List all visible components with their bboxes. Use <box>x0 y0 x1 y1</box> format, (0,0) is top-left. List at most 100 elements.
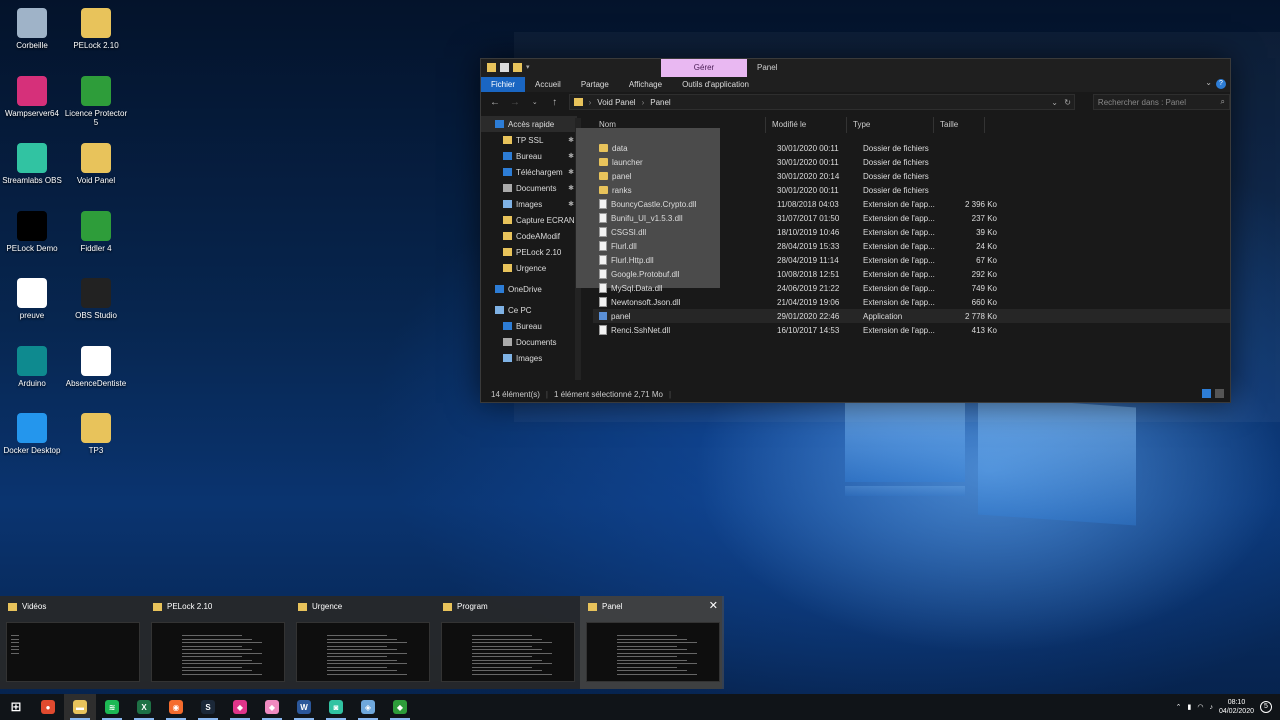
tab-accueil[interactable]: Accueil <box>525 77 571 92</box>
chrome-taskbar-button[interactable]: ● <box>32 694 64 720</box>
excel-taskbar-button[interactable]: X <box>128 694 160 720</box>
chevron-up-icon[interactable]: ⌃ <box>1176 703 1182 711</box>
notification-center-icon[interactable]: 5 <box>1260 701 1272 713</box>
nav-item[interactable]: Documents ✱ <box>481 180 577 196</box>
nav-item[interactable]: Urgence <box>481 260 577 276</box>
file-name: BouncyCastle.Crypto.dll <box>611 199 697 209</box>
file-row[interactable]: ranks 30/01/2020 00:11 Dossier de fichiers <box>593 183 1230 197</box>
fiddler-taskbar-button[interactable]: ◆ <box>384 694 416 720</box>
file-row[interactable]: Flurl.dll 28/04/2019 15:33 Extension de l'… <box>593 239 1230 253</box>
properties-icon[interactable] <box>500 63 509 72</box>
refresh-icon[interactable]: ↻ <box>1064 98 1071 107</box>
nav-item[interactable]: Documents <box>481 334 577 350</box>
file-row[interactable]: launcher 30/01/2020 00:11 Dossier de fichi… <box>593 155 1230 169</box>
wifi-icon[interactable]: ◠ <box>1197 703 1203 711</box>
breadcrumb-void-panel[interactable]: Void Panel <box>597 98 635 107</box>
file-row[interactable]: data 30/01/2020 00:11 Dossier de fichiers <box>593 141 1230 155</box>
expand-ribbon-icon[interactable]: ⌄ <box>1205 78 1212 87</box>
window-thumbnail[interactable]: Urgence <box>290 596 434 689</box>
column-header-name[interactable]: Nom <box>593 117 766 133</box>
desktop-icon-item[interactable]: preuve <box>0 278 64 320</box>
word-taskbar-button[interactable]: W <box>288 694 320 720</box>
manage-tab[interactable]: Gérer <box>661 59 747 77</box>
window-thumbnail[interactable]: Program <box>435 596 579 689</box>
desktop-icon-item[interactable]: Wampserver64 <box>0 75 64 118</box>
nav-item[interactable]: Ce PC <box>481 302 577 318</box>
desktop-icon-item[interactable]: Fiddler 4 <box>64 210 128 253</box>
start-button-taskbar-button[interactable]: ⊞ <box>0 694 32 720</box>
steam-taskbar-button[interactable]: S <box>192 694 224 720</box>
large-icons-view-icon[interactable] <box>1215 389 1224 398</box>
app-pink-taskbar-button[interactable]: ◆ <box>224 694 256 720</box>
clock[interactable]: 08:10 04/02/2020 <box>1219 698 1254 716</box>
back-arrow-icon[interactable]: ← <box>489 97 501 108</box>
desktop-icon-item[interactable]: OBS Studio <box>64 278 128 320</box>
file-row[interactable]: panel 30/01/2020 20:14 Dossier de fichiers <box>593 169 1230 183</box>
up-arrow-icon[interactable]: ↑ <box>549 97 561 108</box>
chevron-down-icon[interactable]: ▾ <box>526 63 535 72</box>
desktop-icon-item[interactable]: Streamlabs OBS <box>0 143 64 185</box>
new-folder-icon[interactable] <box>513 63 522 72</box>
app-pink2-taskbar-button[interactable]: ◆ <box>256 694 288 720</box>
file-row[interactable]: Renci.SshNet.dll 16/10/2017 14:53 Extensio… <box>593 323 1230 337</box>
tab-affichage[interactable]: Affichage <box>619 77 672 92</box>
nav-item[interactable]: Images ✱ <box>481 196 577 212</box>
streamlabs-taskbar-button[interactable]: ◙ <box>320 694 352 720</box>
file-row[interactable]: CSGSI.dll 18/10/2019 10:46 Extension de l'… <box>593 225 1230 239</box>
desktop-icon-item[interactable]: Docker Desktop <box>0 413 64 455</box>
spotify-taskbar-button[interactable]: ≋ <box>96 694 128 720</box>
nav-item[interactable]: PELock 2.10 <box>481 244 577 260</box>
steam-icon: S <box>201 700 215 714</box>
file-row[interactable]: BouncyCastle.Crypto.dll 11/08/2018 04:03 E… <box>593 197 1230 211</box>
desktop-icon-item[interactable]: Licence Protector 5 <box>64 75 128 127</box>
origin-taskbar-button[interactable]: ◉ <box>160 694 192 720</box>
desktop-icon-item[interactable]: Arduino <box>0 345 64 388</box>
column-header-modified[interactable]: Modifié le <box>766 117 847 133</box>
file-row[interactable]: panel 29/01/2020 22:46 Application 2 778 Ko <box>593 309 1230 323</box>
nav-scrollbar[interactable] <box>575 118 720 380</box>
nav-item[interactable]: Bureau <box>481 318 577 334</box>
breadcrumb-panel[interactable]: Panel <box>650 98 670 107</box>
help-icon[interactable]: ? <box>1216 79 1226 89</box>
file-row[interactable]: MySql.Data.dll 24/06/2019 21:22 Extension … <box>593 281 1230 295</box>
app-blue-taskbar-button[interactable]: ◈ <box>352 694 384 720</box>
nav-item[interactable]: Téléchargem ✱ <box>481 164 577 180</box>
nav-item[interactable]: TP SSL ✱ <box>481 132 577 148</box>
window-thumbnail[interactable]: Panel ✕ <box>580 596 724 689</box>
recent-chevron-icon[interactable]: ⌄ <box>529 98 541 106</box>
file-explorer-taskbar-button[interactable]: ▬ <box>64 694 96 720</box>
file-row[interactable]: Flurl.Http.dll 28/04/2019 11:14 Extension … <box>593 253 1230 267</box>
window-thumbnail[interactable]: PELock 2.10 <box>145 596 289 689</box>
volume-icon[interactable]: ♪ <box>1209 704 1213 711</box>
desktop-icon-item[interactable]: PELock 2.10 <box>64 8 128 50</box>
tab-fichier[interactable]: Fichier <box>481 77 526 92</box>
address-bar[interactable]: › Void Panel › Panel ⌄ ↻ <box>568 94 1075 110</box>
close-icon[interactable]: ✕ <box>709 599 718 612</box>
column-header-type[interactable]: Type <box>847 117 934 133</box>
file-row[interactable]: Bunifu_UI_v1.5.3.dll 31/07/2017 01:50 Exte… <box>593 211 1230 225</box>
desktop-icon-item[interactable]: TP3 <box>64 413 128 455</box>
tab-outils-application[interactable]: Outils d'application <box>672 77 759 92</box>
nav-item[interactable]: Bureau ✱ <box>481 148 577 164</box>
title-bar[interactable]: ▾ Gérer Panel <box>481 59 1230 77</box>
desktop-icon-item[interactable]: PELock Demo <box>0 210 64 253</box>
nav-item[interactable]: OneDrive <box>481 281 577 297</box>
address-dropdown-icon[interactable]: ⌄ <box>1051 98 1058 107</box>
desktop-icon-item[interactable]: AbsenceDentiste <box>64 345 128 388</box>
file-row[interactable]: Google.Protobuf.dll 10/08/2018 12:51 Exten… <box>593 267 1230 281</box>
preview-line <box>327 666 387 668</box>
nav-item[interactable]: Images <box>481 350 577 366</box>
nav-item[interactable]: Capture ECRAN <box>481 212 577 228</box>
desktop-icon-item[interactable]: Corbeille <box>0 8 64 50</box>
search-input[interactable]: Rechercher dans : Panel ⌕ <box>1092 94 1230 110</box>
tab-partage[interactable]: Partage <box>571 77 619 92</box>
network-icon[interactable]: ▮ <box>1187 703 1191 711</box>
forward-arrow-icon[interactable]: → <box>509 97 521 108</box>
desktop-icon-item[interactable]: Void Panel <box>64 143 128 185</box>
nav-item[interactable]: Accès rapide <box>481 116 577 132</box>
nav-item[interactable]: CodeAModif <box>481 228 577 244</box>
details-view-icon[interactable] <box>1202 389 1211 398</box>
file-row[interactable]: Newtonsoft.Json.dll 21/04/2019 19:06 Exten… <box>593 295 1230 309</box>
column-header-size[interactable]: Taille <box>934 117 985 133</box>
window-thumbnail[interactable]: Vidéos <box>0 596 144 689</box>
